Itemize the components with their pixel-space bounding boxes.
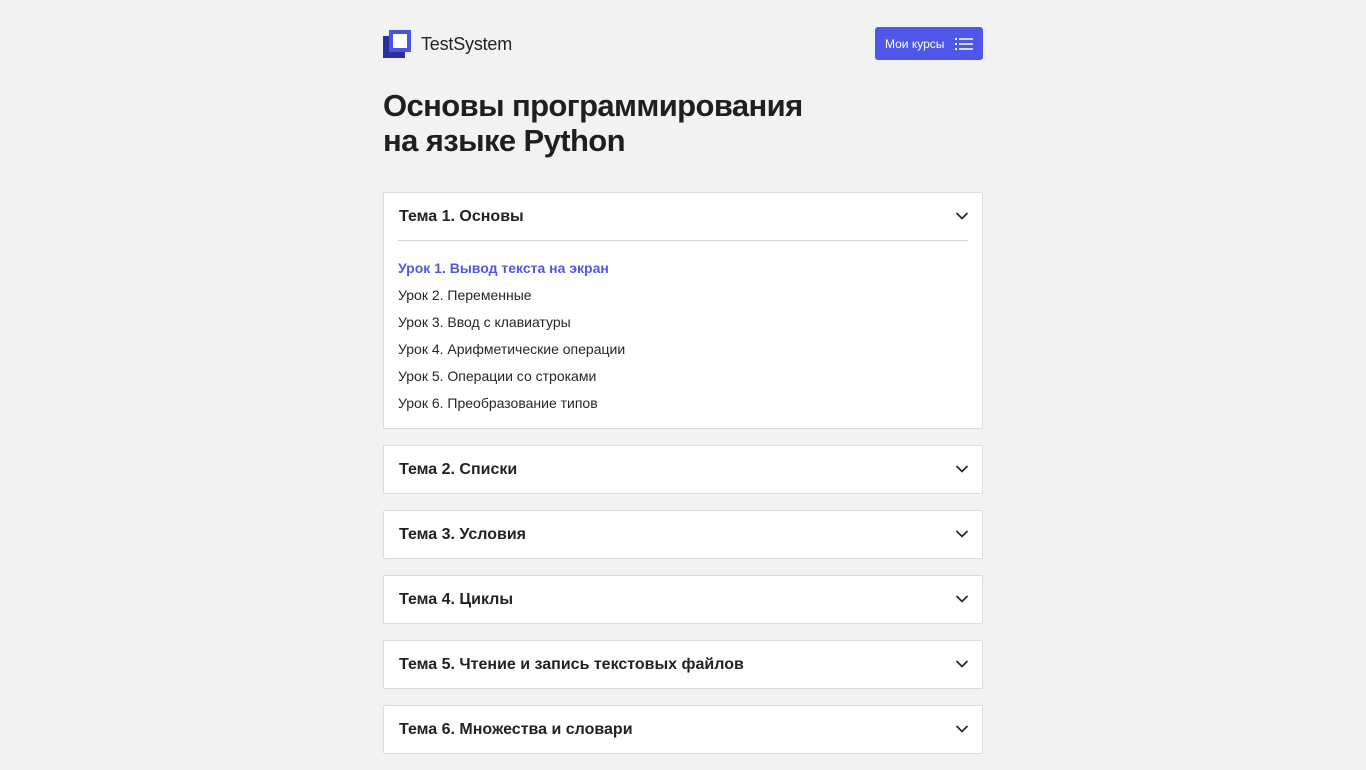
topic-4-title: Тема 4. Циклы	[399, 590, 513, 608]
page-title-line-2: на языке Python	[383, 123, 626, 158]
topic-5-title: Тема 5. Чтение и запись текстовых файлов	[399, 655, 744, 673]
chevron-down-icon	[955, 465, 969, 473]
topic-5: Тема 5. Чтение и запись текстовых файлов	[383, 640, 983, 689]
page-title: Основы программирования на языке Python	[383, 88, 823, 158]
topic-6: Тема 6. Множества и словари	[383, 705, 983, 754]
page-container: TestSystem Мои курсы Основы программиров…	[383, 0, 983, 770]
page-title-line-1: Основы программирования	[383, 88, 803, 123]
chevron-down-icon	[955, 530, 969, 538]
chevron-down-icon	[955, 660, 969, 668]
topic-2: Тема 2. Списки	[383, 445, 983, 494]
topics-list: Тема 1. Основы Урок 1. Вывод текста на э…	[383, 192, 983, 754]
topic-1-header[interactable]: Тема 1. Основы	[384, 193, 982, 240]
topic-3: Тема 3. Условия	[383, 510, 983, 559]
lesson-6-link[interactable]: Урок 6. Преобразование типов	[398, 390, 968, 417]
topic-6-title: Тема 6. Множества и словари	[399, 720, 633, 738]
logo-text: TestSystem	[421, 33, 513, 54]
chevron-down-icon	[955, 212, 969, 220]
topic-5-header[interactable]: Тема 5. Чтение и запись текстовых файлов	[384, 641, 982, 688]
header: TestSystem Мои курсы	[383, 0, 983, 88]
topic-3-header[interactable]: Тема 3. Условия	[384, 511, 982, 558]
lesson-4-link[interactable]: Урок 4. Арифметические операции	[398, 336, 968, 363]
topic-3-title: Тема 3. Условия	[399, 525, 526, 543]
topic-4: Тема 4. Циклы	[383, 575, 983, 624]
chevron-down-icon	[955, 725, 969, 733]
topic-1-lessons: Урок 1. Вывод текста на экран Урок 2. Пе…	[398, 240, 968, 428]
topic-1: Тема 1. Основы Урок 1. Вывод текста на э…	[383, 192, 983, 429]
lesson-5-link[interactable]: Урок 5. Операции со строками	[398, 363, 968, 390]
logo[interactable]: TestSystem	[383, 30, 512, 58]
topic-2-title: Тема 2. Списки	[399, 460, 518, 478]
topic-2-header[interactable]: Тема 2. Списки	[384, 446, 982, 493]
lesson-3-link[interactable]: Урок 3. Ввод с клавиатуры	[398, 309, 968, 336]
logo-icon	[383, 30, 411, 58]
lesson-2-link[interactable]: Урок 2. Переменные	[398, 282, 968, 309]
topic-4-header[interactable]: Тема 4. Циклы	[384, 576, 982, 623]
topic-1-title: Тема 1. Основы	[399, 207, 524, 225]
my-courses-button[interactable]: Мои курсы	[875, 27, 983, 60]
list-icon	[955, 38, 973, 50]
lesson-1-link[interactable]: Урок 1. Вывод текста на экран	[398, 255, 968, 282]
chevron-down-icon	[955, 595, 969, 603]
topic-6-header[interactable]: Тема 6. Множества и словари	[384, 706, 982, 753]
my-courses-label: Мои курсы	[885, 36, 945, 51]
